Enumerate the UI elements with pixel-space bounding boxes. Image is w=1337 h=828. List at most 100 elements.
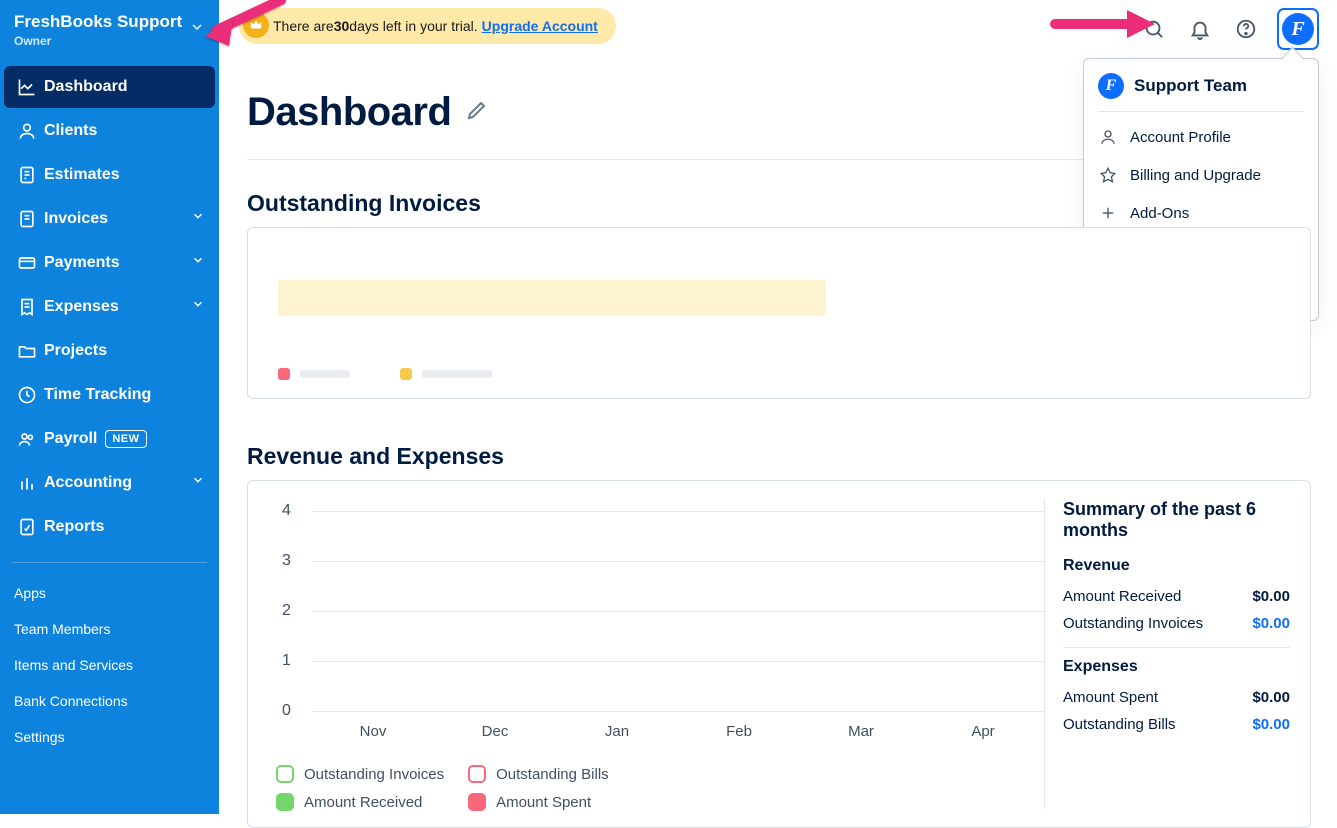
chart-gridline <box>312 611 1044 612</box>
summary-label: Amount Spent <box>1063 689 1158 706</box>
redacted-bar <box>278 280 826 316</box>
summary-group-expenses: Expenses <box>1063 658 1290 676</box>
secondary-nav-settings[interactable]: Settings <box>12 719 207 755</box>
chart-x-label: Dec <box>434 723 556 740</box>
nav-item-payroll[interactable]: Payroll NEW <box>4 418 215 460</box>
folder-icon <box>14 341 40 361</box>
dropdown-item-account-profile[interactable]: Account Profile <box>1098 118 1304 156</box>
pencil-icon[interactable] <box>465 98 489 127</box>
top-icons: F <box>1139 8 1319 50</box>
receipt-icon <box>14 297 40 317</box>
credit-card-icon <box>14 253 40 273</box>
nav-item-time-tracking[interactable]: Time Tracking <box>4 374 215 416</box>
summary-title: Summary of the past 6 months <box>1063 499 1290 541</box>
summary-value-link[interactable]: $0.00 <box>1252 615 1290 632</box>
chart-x-label: Apr <box>922 723 1044 740</box>
clock-icon <box>14 385 40 405</box>
chart-line-icon <box>14 77 40 97</box>
secondary-nav-bank-connections[interactable]: Bank Connections <box>12 683 207 719</box>
chart-x-label: Mar <box>800 723 922 740</box>
page-title: Dashboard <box>247 90 451 135</box>
upgrade-link[interactable]: Upgrade Account <box>482 18 598 34</box>
trial-banner: There are 30 days left in your trial. Up… <box>239 8 616 44</box>
redacted-label <box>422 370 492 378</box>
bell-icon[interactable] <box>1185 14 1215 44</box>
nav-label: Dashboard <box>44 78 128 96</box>
nav-item-accounting[interactable]: Accounting <box>4 462 215 504</box>
chevron-down-icon <box>191 209 205 228</box>
chart-y-tick: 3 <box>282 552 291 570</box>
calculator-icon <box>14 165 40 185</box>
secondary-nav-team-members[interactable]: Team Members <box>12 611 207 647</box>
legend-item-amount-spent: Amount Spent <box>468 793 609 811</box>
chevron-down-icon <box>191 473 205 492</box>
star-icon <box>1098 166 1118 184</box>
nav-label: Invoices <box>44 210 108 228</box>
summary-label: Outstanding Invoices <box>1063 615 1203 632</box>
summary-row-outstanding-invoices: Outstanding Invoices $0.00 <box>1063 610 1290 637</box>
outstanding-card <box>247 227 1311 399</box>
org-name: FreshBooks Support <box>14 12 182 32</box>
summary-value-link[interactable]: $0.00 <box>1252 716 1290 733</box>
redacted-legend-item <box>278 368 350 380</box>
chart-y-tick: 1 <box>282 652 291 670</box>
legend-swatch-icon <box>400 368 412 380</box>
nav-item-estimates[interactable]: Estimates <box>4 154 215 196</box>
avatar-icon: F <box>1282 13 1314 45</box>
dropdown-item-billing[interactable]: Billing and Upgrade <box>1098 156 1304 194</box>
legend-swatch-icon <box>468 765 486 783</box>
summary-value: $0.00 <box>1252 588 1290 605</box>
legend-swatch-icon <box>278 368 290 380</box>
invoice-icon <box>14 209 40 229</box>
nav-item-invoices[interactable]: Invoices <box>4 198 215 240</box>
chart-x-label: Nov <box>312 723 434 740</box>
legend-swatch-icon <box>276 793 294 811</box>
divider <box>1063 647 1290 648</box>
user-icon <box>14 121 40 141</box>
main: There are 30 days left in your trial. Up… <box>219 0 1337 814</box>
legend-label: Amount Spent <box>496 794 591 811</box>
sidebar: FreshBooks Support Owner Dashboard Clien… <box>0 0 219 814</box>
nav-label: Time Tracking <box>44 386 151 404</box>
org-switcher[interactable]: FreshBooks Support Owner <box>0 0 219 62</box>
chart-legend: Outstanding Invoices Amount Received Out… <box>276 765 609 811</box>
nav-label: Accounting <box>44 474 132 492</box>
new-badge: NEW <box>105 430 146 448</box>
revenue-card: 01234 NovDecJanFebMarApr Outstanding Inv… <box>247 480 1311 828</box>
search-icon[interactable] <box>1139 14 1169 44</box>
team-name: Support Team <box>1134 76 1247 96</box>
section-title-revenue: Revenue and Expenses <box>247 443 1311 470</box>
redacted-legend <box>278 368 492 380</box>
nav-item-reports[interactable]: Reports <box>4 506 215 548</box>
nav-item-dashboard[interactable]: Dashboard <box>4 66 215 108</box>
nav-label: Payroll <box>44 430 97 448</box>
nav-item-clients[interactable]: Clients <box>4 110 215 152</box>
nav-item-projects[interactable]: Projects <box>4 330 215 372</box>
trial-mid: days left in your trial. <box>349 18 477 34</box>
nav-label: Estimates <box>44 166 120 184</box>
dropdown-label: Account Profile <box>1130 129 1231 146</box>
chevron-down-icon <box>191 297 205 316</box>
help-icon[interactable] <box>1231 14 1261 44</box>
secondary-nav-apps[interactable]: Apps <box>12 575 207 611</box>
legend-item-amount-received: Amount Received <box>276 793 444 811</box>
chart-x-label: Jan <box>556 723 678 740</box>
org-role: Owner <box>14 34 182 48</box>
redacted-legend-item <box>400 368 492 380</box>
dropdown-label: Add-Ons <box>1130 205 1189 222</box>
redacted-label <box>300 370 350 378</box>
account-button[interactable]: F <box>1277 8 1319 50</box>
dropdown-label: Billing and Upgrade <box>1130 167 1261 184</box>
nav-item-payments[interactable]: Payments <box>4 242 215 284</box>
chart-y-tick: 4 <box>282 502 291 520</box>
summary-group-revenue: Revenue <box>1063 557 1290 575</box>
secondary-nav-items-services[interactable]: Items and Services <box>12 647 207 683</box>
legend-swatch-icon <box>276 765 294 783</box>
summary-row-outstanding-bills: Outstanding Bills $0.00 <box>1063 711 1290 738</box>
chart-x-label: Feb <box>678 723 800 740</box>
nav-label: Reports <box>44 518 104 536</box>
chart-y-tick: 0 <box>282 702 291 720</box>
nav-item-expenses[interactable]: Expenses <box>4 286 215 328</box>
summary-row-amount-received: Amount Received $0.00 <box>1063 583 1290 610</box>
plus-icon <box>1098 204 1118 222</box>
